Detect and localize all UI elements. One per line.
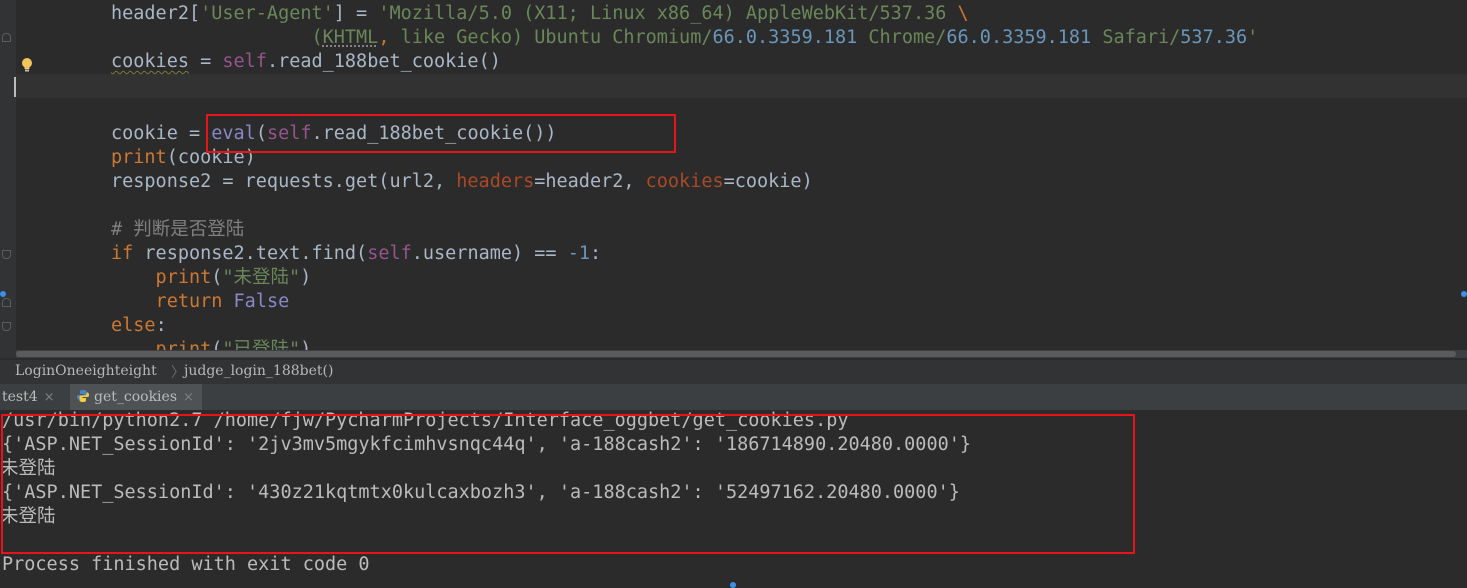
breadcrumb: LoginOneeighteight 〉 judge_login_188bet(… bbox=[0, 360, 1467, 384]
code-token: ] = bbox=[333, 3, 379, 24]
current-line-highlight bbox=[16, 74, 1467, 98]
code-token: 66.0.3359.181 bbox=[946, 27, 1092, 48]
lightbulb-icon[interactable] bbox=[20, 57, 34, 73]
code-token: response2 = requests.get(url2, bbox=[111, 171, 457, 192]
code-line: (KHTML, like Gecko) Ubuntu Chromium/66.0… bbox=[111, 26, 1258, 50]
console-line: 未登陆 bbox=[0, 458, 56, 479]
fold-marker-icon[interactable] bbox=[2, 33, 11, 42]
code-line: return False bbox=[111, 290, 290, 314]
code-token: cookies bbox=[645, 171, 724, 192]
code-token: self bbox=[367, 243, 412, 264]
code-token: Chrome/ bbox=[857, 27, 947, 48]
fold-marker-icon[interactable] bbox=[2, 250, 11, 259]
code-token: =cookie) bbox=[723, 171, 813, 192]
run-console[interactable]: /usr/bin/python2.7 /home/fjw/PycharmProj… bbox=[0, 411, 1467, 588]
horizontal-scrollbar[interactable] bbox=[16, 350, 1467, 358]
code-line: # 判断是否登陆 bbox=[111, 218, 244, 242]
code-line: print(cookie) bbox=[111, 146, 256, 170]
selection-handle bbox=[730, 582, 736, 588]
code-line: cookies = self.read_188bet_cookie() bbox=[111, 50, 501, 74]
code-editor[interactable]: header2['User-Agent'] = 'Mozilla/5.0 (X1… bbox=[0, 0, 1467, 358]
code-token: return bbox=[111, 291, 234, 312]
breadcrumb-method[interactable]: judge_login_188bet() bbox=[184, 363, 333, 379]
breadcrumb-class[interactable]: LoginOneeighteight bbox=[15, 363, 157, 379]
code-token: ( bbox=[211, 267, 223, 288]
code-token: self bbox=[266, 123, 312, 144]
text-caret bbox=[14, 77, 16, 97]
code-token: ' bbox=[1247, 27, 1259, 48]
code-token: -1 bbox=[567, 243, 590, 264]
code-token: : bbox=[589, 243, 602, 264]
code-token: like Gecko) Ubuntu Chromium/ bbox=[400, 27, 713, 48]
close-icon[interactable]: × bbox=[44, 390, 55, 405]
code-token: ) bbox=[300, 267, 312, 288]
breadcrumb-separator: 〉 bbox=[171, 365, 185, 381]
tab-label: get_cookies bbox=[94, 389, 178, 405]
code-token: eval bbox=[211, 123, 256, 144]
selection-handle bbox=[0, 291, 6, 297]
code-token: self bbox=[222, 51, 267, 72]
code-line: header2['User-Agent'] = 'Mozilla/5.0 (X1… bbox=[111, 2, 969, 26]
code-token: 'Mozilla/5.0 (X11; Linux x86_64) AppleWe… bbox=[378, 3, 958, 24]
tab-label: test4 bbox=[2, 389, 38, 405]
code-token: Safari/ bbox=[1091, 27, 1181, 48]
console-line: Process finished with exit code 0 bbox=[2, 554, 370, 575]
code-line: cookie = eval(self.read_188bet_cookie()) bbox=[111, 122, 557, 146]
close-icon[interactable]: × bbox=[183, 390, 194, 405]
code-token: cookies bbox=[111, 51, 189, 72]
code-token: else bbox=[111, 315, 156, 336]
code-token: "未登陆" bbox=[222, 267, 301, 288]
code-token: # 判断是否登陆 bbox=[111, 219, 245, 240]
code-token: headers bbox=[456, 171, 535, 192]
code-token: : bbox=[155, 315, 167, 336]
code-token: (cookie) bbox=[166, 147, 256, 168]
code-token: 537.36 bbox=[1180, 27, 1248, 48]
editor-gutter bbox=[0, 0, 16, 358]
tab-test4[interactable]: test4 × bbox=[0, 384, 65, 410]
tab-get-cookies[interactable]: get_cookies × bbox=[70, 384, 202, 410]
console-line: 未登陆 bbox=[0, 506, 56, 527]
console-line: {'ASP.NET_SessionId': '2jv3mv5mgykfcimhv… bbox=[2, 434, 972, 455]
code-line: if response2.text.find(self.username) ==… bbox=[111, 242, 601, 266]
code-token: , bbox=[378, 27, 401, 48]
code-token: False bbox=[233, 291, 290, 312]
code-token: print bbox=[111, 267, 212, 288]
fold-marker-icon[interactable] bbox=[2, 322, 11, 331]
code-token: ( bbox=[255, 123, 267, 144]
code-token: 'User-Agent' bbox=[200, 3, 334, 24]
code-token: .read_188bet_cookie()) bbox=[311, 123, 557, 144]
code-line: print("未登陆") bbox=[111, 266, 312, 290]
code-token: .read_188bet_cookie() bbox=[266, 51, 501, 72]
code-token: 66.0.3359.181 bbox=[712, 27, 858, 48]
selection-handle bbox=[1461, 291, 1467, 297]
code-token: = bbox=[188, 51, 223, 72]
code-token: .username) == bbox=[411, 243, 568, 264]
console-line: {'ASP.NET_SessionId': '430z21kqtmtx0kulc… bbox=[2, 482, 960, 503]
code-token: header2[ bbox=[111, 3, 201, 24]
fold-marker-icon[interactable] bbox=[2, 298, 11, 307]
code-token: cookie = bbox=[111, 123, 212, 144]
code-token: ( bbox=[111, 27, 323, 48]
code-token: \ bbox=[957, 3, 969, 24]
code-token: response2.text.find( bbox=[144, 243, 368, 264]
code-line: response2 = requests.get(url2, headers=h… bbox=[111, 170, 813, 194]
scrollbar-thumb[interactable] bbox=[16, 351, 1456, 357]
code-token: =header2, bbox=[534, 171, 646, 192]
console-line: /usr/bin/python2.7 /home/fjw/PycharmProj… bbox=[2, 411, 849, 431]
python-icon bbox=[77, 390, 89, 402]
code-token: print bbox=[111, 147, 167, 168]
code-line: else: bbox=[111, 314, 167, 338]
code-token: if bbox=[111, 243, 145, 264]
run-tabs: test4 × get_cookies × bbox=[0, 384, 1467, 411]
code-token: KHTML bbox=[322, 27, 379, 48]
